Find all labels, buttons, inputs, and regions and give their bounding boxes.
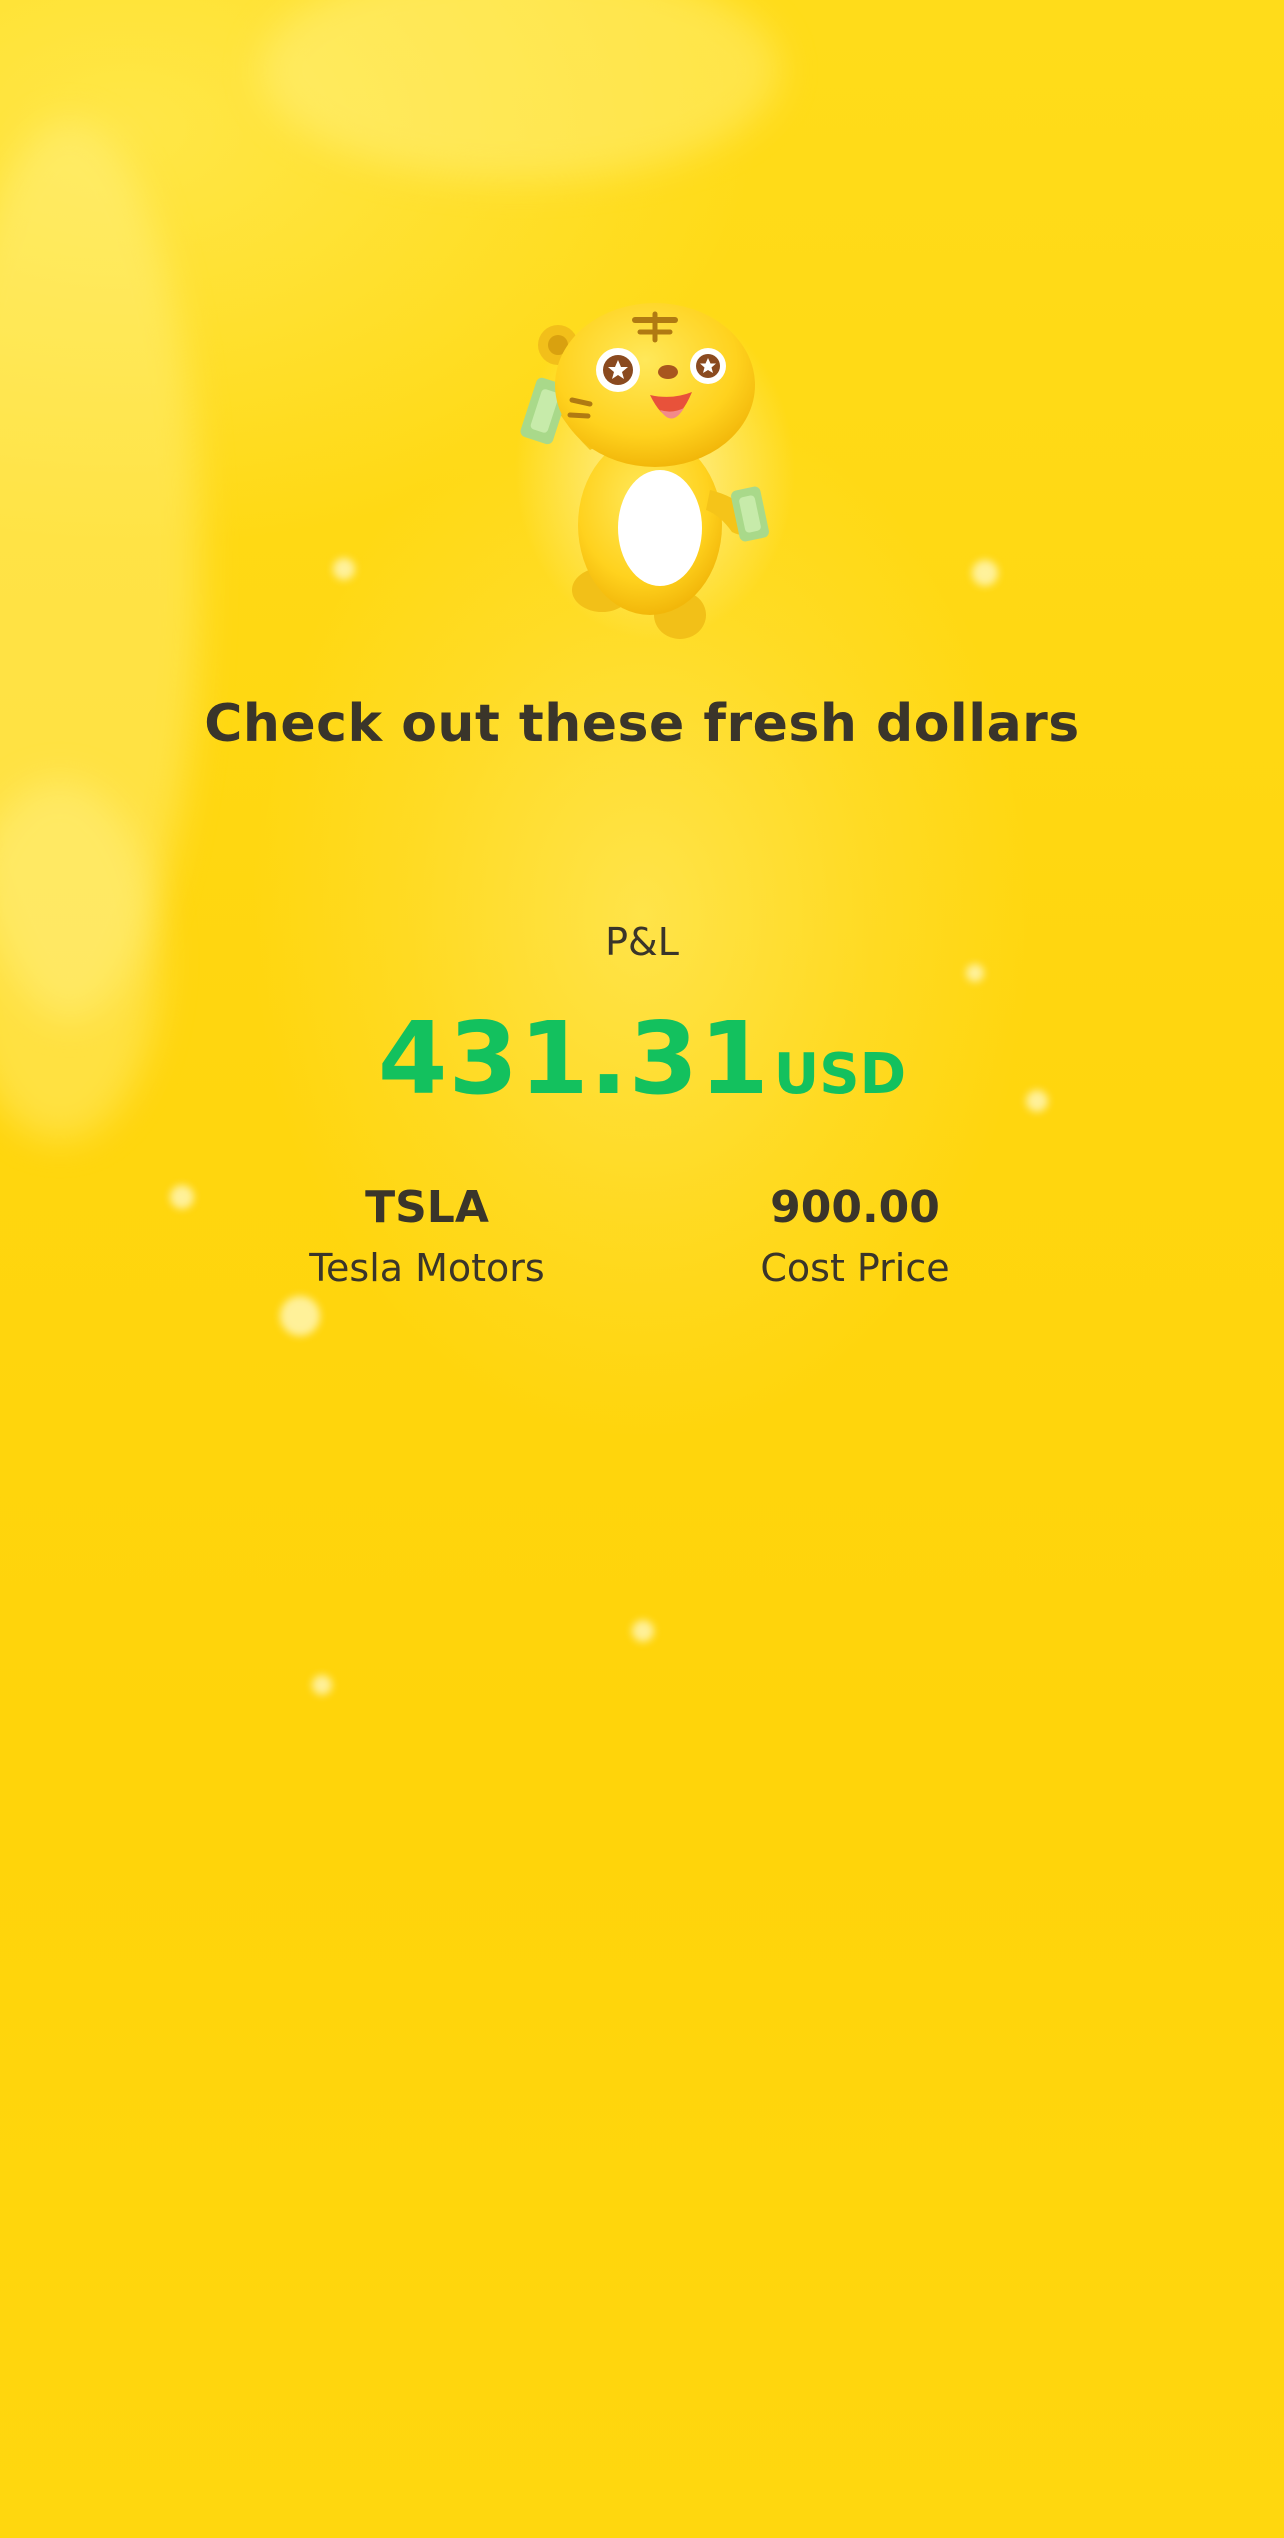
pnl-label: P&L bbox=[605, 920, 679, 964]
pnl-currency: USD bbox=[773, 1042, 907, 1107]
stock-ticker: TSLA bbox=[365, 1182, 489, 1233]
sparkle bbox=[170, 1185, 194, 1209]
cost-info: 900.00 Cost Price bbox=[645, 1178, 1065, 1298]
headline: Check out these fresh dollars bbox=[204, 694, 1080, 754]
cost-value: 900.00 bbox=[770, 1182, 940, 1233]
sparkle bbox=[312, 1675, 332, 1695]
sparkle bbox=[966, 964, 984, 982]
stock-name: Tesla Motors bbox=[309, 1246, 545, 1290]
stock-info: TSLA Tesla Motors bbox=[217, 1178, 637, 1298]
sparkle bbox=[972, 560, 998, 586]
cost-label: Cost Price bbox=[760, 1246, 950, 1290]
pnl-value: 431.31USD bbox=[0, 1000, 1284, 1117]
pnl-amount: 431.31 bbox=[377, 1000, 770, 1117]
sparkle bbox=[280, 1296, 320, 1336]
tiger-mascot-holding-cash-icon bbox=[510, 300, 800, 650]
sparkle bbox=[632, 1620, 654, 1642]
sparkle bbox=[333, 558, 355, 580]
